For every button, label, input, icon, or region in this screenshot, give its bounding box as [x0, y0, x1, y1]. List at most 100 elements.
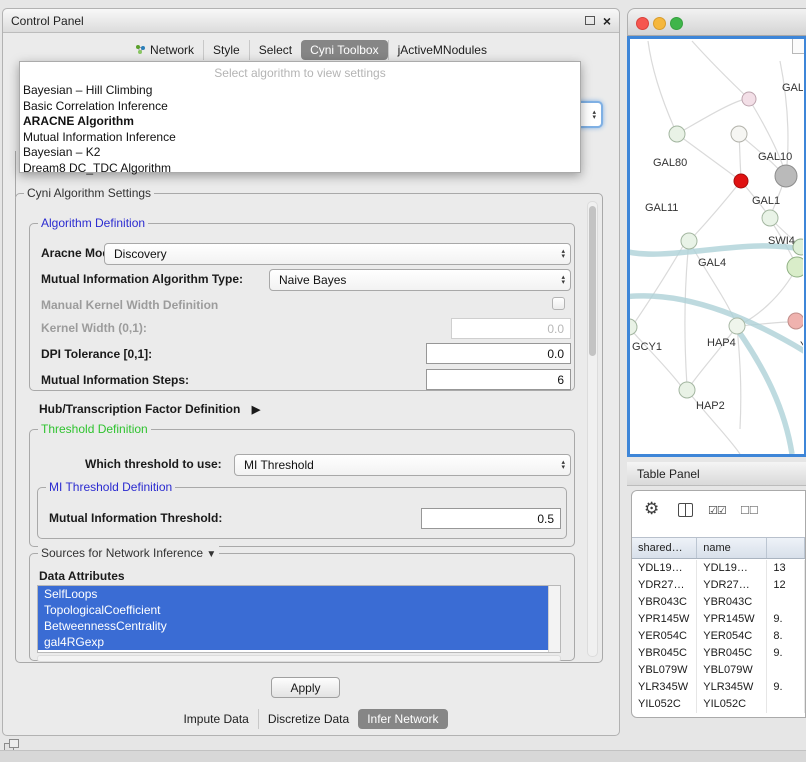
table-row[interactable]: YDL19…YDL19…13	[632, 560, 805, 577]
settings-scrollbar[interactable]	[587, 201, 598, 657]
network-node[interactable]	[669, 126, 685, 142]
close-panel-icon[interactable]: ×	[603, 16, 611, 26]
tab-select[interactable]: Select	[249, 40, 301, 60]
network-node-label: GAL11	[645, 202, 678, 214]
control-panel-title: Control Panel	[11, 14, 585, 28]
bottom-tab-impute-data[interactable]: Impute Data	[174, 709, 257, 729]
combo-arrows-icon: ▴▾	[592, 110, 596, 120]
algorithm-option[interactable]: Basic Correlation Inference	[20, 99, 580, 115]
attribute-list-item[interactable]: SelfLoops	[38, 586, 548, 602]
algorithm-option[interactable]: ARACNE Algorithm	[20, 114, 580, 130]
tab-style[interactable]: Style	[203, 40, 249, 60]
network-node-label: Y	[800, 340, 803, 352]
gear-icon[interactable]: ⚙	[644, 499, 659, 519]
mi-threshold-field[interactable]: 0.5	[421, 508, 561, 529]
table-row[interactable]: YBR043CYBR043C	[632, 594, 805, 611]
table-cell: YBR043C	[632, 594, 697, 611]
select-all-checkboxes-icon[interactable]: ☑☑	[708, 504, 726, 517]
attribute-list-item[interactable]: BetweennessCentrality	[38, 618, 548, 634]
algorithm-option[interactable]: Dream8 DC_TDC Algorithm	[20, 161, 580, 177]
table-cell: YPR145W	[697, 611, 767, 628]
tab-cyni-toolbox[interactable]: Cyni Toolbox	[301, 40, 387, 60]
table-row[interactable]: YLR345WYLR345W9.	[632, 679, 805, 696]
network-node[interactable]	[787, 257, 803, 277]
network-node[interactable]	[762, 210, 778, 226]
threshold-definition-title: Threshold Definition	[38, 422, 151, 436]
columns-icon[interactable]	[678, 503, 693, 517]
float-window-icon[interactable]	[585, 16, 595, 25]
algorithm-popup-placeholder: Select algorithm to view settings	[20, 66, 580, 80]
zoom-button[interactable]	[670, 17, 683, 30]
algorithm-option[interactable]: Bayesian – Hill Climbing	[20, 83, 580, 99]
table-row[interactable]: YPR145WYPR145W9.	[632, 611, 805, 628]
table-row[interactable]: YER054CYER054C8.	[632, 628, 805, 645]
sources-group-toggle[interactable]: Sources for Network Inference ▼	[38, 546, 219, 560]
data-attributes-list[interactable]: SelfLoopsTopologicalCoefficientBetweenne…	[37, 585, 561, 653]
column-header[interactable]: name	[697, 538, 767, 558]
manual-kernel-width-checkbox[interactable]	[552, 297, 565, 310]
network-node[interactable]	[734, 174, 748, 188]
attribute-list-item[interactable]: gal4RGexp	[38, 634, 548, 650]
network-node[interactable]	[731, 126, 747, 142]
kernel-width-field[interactable]: 0.0	[451, 318, 571, 339]
status-strip	[0, 750, 806, 762]
which-threshold-combobox[interactable]: MI Threshold ▴▾	[234, 454, 571, 476]
hub-section-toggle[interactable]: Hub/Transcription Factor Definition ▶	[39, 402, 260, 416]
table-cell: YER054C	[632, 628, 697, 645]
mi-threshold-group-title: MI Threshold Definition	[46, 480, 175, 494]
tab-network[interactable]: Network	[126, 40, 203, 60]
mi-steps-field[interactable]: 6	[426, 369, 571, 390]
settings-scrollbar-thumb[interactable]	[589, 206, 596, 356]
algorithm-option[interactable]: Bayesian – K2	[20, 145, 580, 161]
bottom-tab-discretize-data[interactable]: Discretize Data	[258, 709, 358, 729]
network-node-label: GAL	[782, 82, 803, 94]
network-node-label: GAL80	[653, 157, 687, 169]
table-row[interactable]: YBR045CYBR045C9.	[632, 645, 805, 662]
aracne-mode-value: Discovery	[114, 247, 167, 261]
minimize-button[interactable]	[653, 17, 666, 30]
algorithm-dropdown-popup: Select algorithm to view settings Bayesi…	[19, 61, 581, 173]
table-row[interactable]: YDR27…YDR27…12	[632, 577, 805, 594]
network-node[interactable]	[788, 313, 803, 329]
table-row[interactable]: YIL052CYIL052C	[632, 696, 805, 713]
attribute-list-item[interactable]: TopologicalCoefficient	[38, 602, 548, 618]
bottom-tab-infer-network[interactable]: Infer Network	[358, 709, 447, 729]
column-header[interactable]	[767, 538, 805, 558]
table-cell: 13	[767, 560, 805, 577]
canvas-corner-box[interactable]	[792, 39, 804, 54]
list-scrollbar[interactable]	[548, 586, 560, 652]
algorithm-option[interactable]: Mutual Information Inference	[20, 130, 580, 146]
collapsed-arrow-icon: ▶	[252, 404, 260, 416]
table-row[interactable]: YBL079WYBL079W	[632, 662, 805, 679]
close-button[interactable]	[636, 17, 649, 30]
table-cell: YDR27…	[632, 577, 697, 594]
network-node-label: SWI4	[768, 235, 795, 247]
deselect-all-checkboxes-icon[interactable]: ☐☐	[740, 504, 758, 517]
mi-algorithm-type-combobox[interactable]: Naive Bayes ▴▾	[269, 269, 571, 291]
column-header[interactable]: shared…	[632, 538, 697, 558]
table-cell: 9.	[767, 645, 805, 662]
mi-steps-value: 6	[557, 373, 564, 387]
network-node[interactable]	[729, 318, 745, 334]
table-cell: YDL19…	[697, 560, 767, 577]
network-graph[interactable]: GALGAL80GAL10GAL11GAL1SWI4GAL4GCY1HAP4HA…	[630, 39, 803, 454]
dpi-tolerance-field[interactable]: 0.0	[426, 343, 571, 364]
table-cell: YER054C	[697, 628, 767, 645]
aracne-mode-combobox[interactable]: Discovery ▴▾	[104, 243, 571, 265]
combo-arrows-icon: ▴▾	[561, 275, 565, 285]
network-node[interactable]	[681, 233, 697, 249]
kernel-width-label: Kernel Width (0,1):	[41, 321, 147, 335]
expanded-arrow-icon: ▼	[206, 549, 216, 560]
network-node[interactable]	[775, 165, 797, 187]
table-cell: YIL052C	[632, 696, 697, 713]
dpi-tolerance-label: DPI Tolerance [0,1]:	[41, 347, 152, 361]
network-window-titlebar[interactable]	[627, 8, 806, 36]
network-canvas[interactable]: GALGAL80GAL10GAL11GAL1SWI4GAL4GCY1HAP4HA…	[627, 36, 806, 457]
tab-jactivemnodules[interactable]: jActiveMNodules	[388, 40, 496, 60]
list-horizontal-scrollbar[interactable]	[37, 655, 561, 662]
algorithm-option-list: Bayesian – Hill ClimbingBasic Correlatio…	[20, 83, 580, 176]
network-node[interactable]	[679, 382, 695, 398]
table-panel-title: Table Panel	[637, 467, 700, 481]
apply-button[interactable]: Apply	[271, 677, 340, 698]
network-node[interactable]	[742, 92, 756, 106]
